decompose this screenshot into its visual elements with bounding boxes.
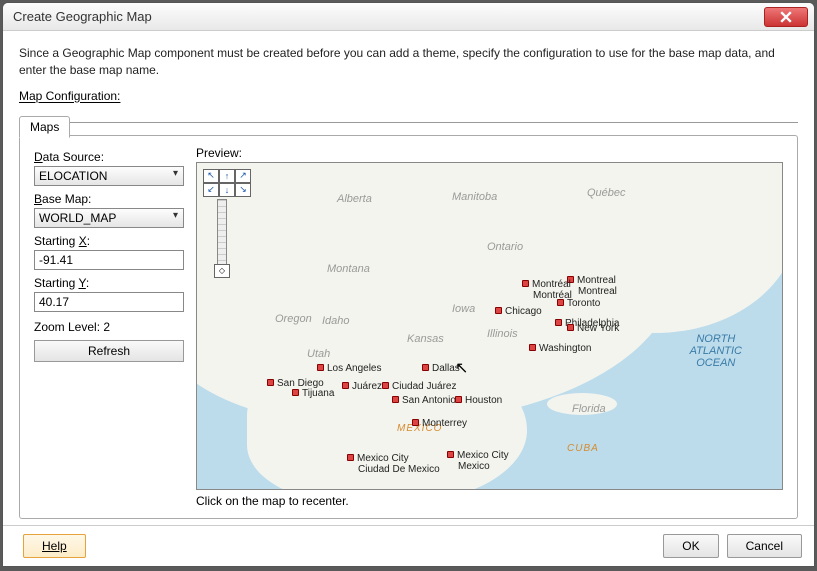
dialog-window: Create Geographic Map Since a Geographic… (2, 2, 815, 567)
ocean-label: NORTHATLANTICOCEAN (690, 333, 742, 369)
nav-nw-icon[interactable]: ↖ (203, 169, 219, 183)
map-configuration-input[interactable] (19, 105, 798, 123)
tabs-panel: Maps Data Source: ELOCATION Base Map: WO… (19, 135, 798, 519)
map-configuration-row (19, 105, 798, 123)
city-dot-icon (557, 299, 564, 306)
city-dot-icon (422, 364, 429, 371)
ok-button[interactable]: OK (663, 534, 718, 558)
city-marker: Monterrey (412, 418, 467, 429)
region-label: Oregon (275, 313, 312, 325)
city-marker: Mexico CityCiudad De Mexico (347, 453, 440, 475)
preview-panel: Preview: ↖ ↑ ↗ ↙ (196, 146, 783, 508)
city-dot-icon (567, 324, 574, 331)
city-marker: Tijuana (292, 388, 334, 399)
region-label: Utah (307, 348, 330, 360)
city-marker: New York (567, 323, 619, 334)
data-source-label: Data Source: (34, 150, 184, 164)
city-marker: Houston (455, 395, 502, 406)
city-dot-icon (495, 307, 502, 314)
region-label: Idaho (322, 315, 350, 327)
nav-ne-icon[interactable]: ↗ (235, 169, 251, 183)
close-button[interactable] (764, 7, 808, 27)
intro-text: Since a Geographic Map component must be… (19, 45, 798, 79)
cancel-button[interactable]: Cancel (727, 534, 802, 558)
region-label: Montana (327, 263, 370, 275)
city-marker: San Antonio (392, 395, 456, 406)
map-configuration-label: Map Configuration: (19, 89, 798, 103)
region-label: Québec (587, 187, 626, 199)
city-dot-icon (267, 379, 274, 386)
city-dot-icon (292, 389, 299, 396)
region-label: Illinois (487, 328, 518, 340)
city-marker: Dallas (422, 363, 460, 374)
zoom-thumb-icon[interactable]: ◇ (214, 264, 230, 278)
city-marker: Los Angeles (317, 363, 382, 374)
city-dot-icon (555, 319, 562, 326)
city-dot-icon (382, 382, 389, 389)
region-label: Florida (572, 403, 606, 415)
city-marker: Juárez (342, 381, 382, 392)
city-marker: Chicago (495, 306, 542, 317)
city-dot-icon (342, 382, 349, 389)
region-label: Ontario (487, 241, 523, 253)
starting-x-label: Starting X: (34, 234, 184, 248)
region-label: Manitoba (452, 191, 497, 203)
data-source-select[interactable]: ELOCATION (34, 166, 184, 186)
nav-s-icon[interactable]: ↓ (219, 183, 235, 197)
nav-n-icon[interactable]: ↑ (219, 169, 235, 183)
city-marker: Ciudad Juárez (382, 381, 456, 392)
region-label: Alberta (337, 193, 372, 205)
city-marker: MontrealMontreal (567, 275, 617, 297)
close-icon (780, 11, 792, 23)
country-cuba: CUBA (567, 443, 599, 454)
city-dot-icon (347, 454, 354, 461)
city-dot-icon (392, 396, 399, 403)
city-dot-icon (522, 280, 529, 287)
titlebar: Create Geographic Map (3, 3, 814, 31)
help-button[interactable]: Help (23, 534, 86, 558)
city-dot-icon (529, 344, 536, 351)
starting-x-input[interactable] (34, 250, 184, 270)
zoom-level-label: Zoom Level: 2 (34, 320, 184, 334)
tab-maps[interactable]: Maps (19, 116, 70, 138)
footer: Help OK Cancel (3, 525, 814, 566)
region-label: Kansas (407, 333, 444, 345)
base-map-select[interactable]: WORLD_MAP (34, 208, 184, 228)
city-marker: Mexico CityMexico (447, 450, 509, 472)
form-panel: Data Source: ELOCATION Base Map: WORLD_M… (34, 146, 184, 508)
starting-y-label: Starting Y: (34, 276, 184, 290)
preview-label: Preview: (196, 146, 783, 160)
map-preview[interactable]: ↖ ↑ ↗ ↙ ↓ ↘ ◇ NORTHATLANTICOCEAN (196, 162, 783, 490)
refresh-button[interactable]: Refresh (34, 340, 184, 362)
starting-y-input[interactable] (34, 292, 184, 312)
city-marker: Toronto (557, 298, 600, 309)
city-dot-icon (412, 419, 419, 426)
content-area: Since a Geographic Map component must be… (3, 31, 814, 525)
region-label: Iowa (452, 303, 475, 315)
city-marker: Washington (529, 343, 591, 354)
city-dot-icon (317, 364, 324, 371)
zoom-slider[interactable]: ◇ (217, 199, 227, 277)
nav-se-icon[interactable]: ↘ (235, 183, 251, 197)
city-dot-icon (455, 396, 462, 403)
preview-hint: Click on the map to recenter. (196, 494, 783, 508)
nav-sw-icon[interactable]: ↙ (203, 183, 219, 197)
window-title: Create Geographic Map (13, 9, 764, 24)
base-map-label: Base Map: (34, 192, 184, 206)
map-nav-pad: ↖ ↑ ↗ ↙ ↓ ↘ (203, 169, 251, 197)
city-dot-icon (447, 451, 454, 458)
